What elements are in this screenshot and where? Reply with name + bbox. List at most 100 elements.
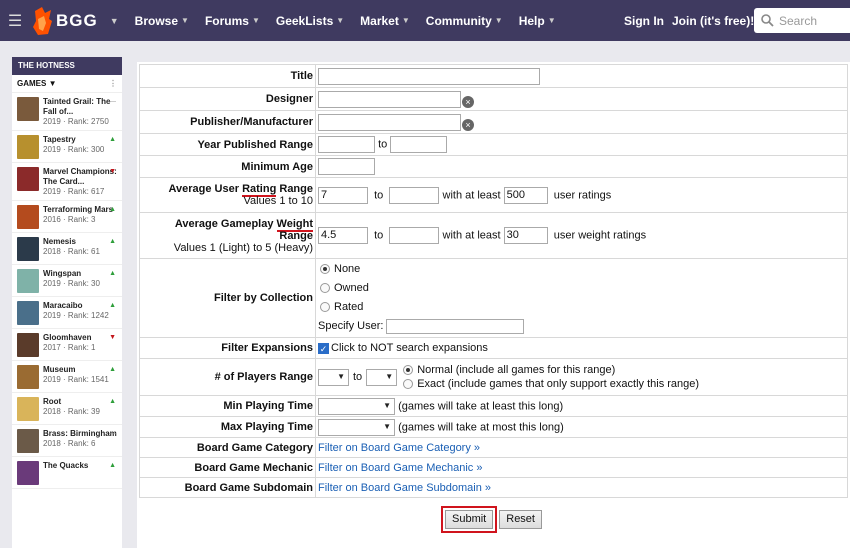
min-time-select[interactable]: ▼ <box>318 397 395 415</box>
hotness-item[interactable]: Nemesis 2018 · Rank: 61 ▲ <box>12 233 122 265</box>
hotness-item[interactable]: Marvel Champions: The Card... 2019 · Rank… <box>12 163 122 201</box>
more-options-icon[interactable]: ⋮ <box>109 79 117 88</box>
game-name[interactable]: Root <box>43 397 118 407</box>
mechanic-filter-link[interactable]: Filter on Board Game Mechanic » <box>318 462 482 474</box>
hotness-item[interactable]: Tapestry 2019 · Rank: 300 ▲ <box>12 131 122 163</box>
game-thumbnail[interactable] <box>17 97 39 121</box>
logo-caret-icon[interactable]: ▼ <box>110 16 119 26</box>
clear-designer-icon[interactable]: × <box>462 95 474 108</box>
hotness-item[interactable]: Root 2018 · Rank: 39 ▲ <box>12 393 122 425</box>
game-name[interactable]: Tapestry <box>43 135 118 145</box>
game-thumbnail[interactable] <box>17 461 39 485</box>
collection-none-option[interactable]: None <box>318 260 845 279</box>
reset-button[interactable]: Reset <box>499 510 542 529</box>
game-info: Wingspan 2019 · Rank: 30 <box>43 269 118 293</box>
game-thumbnail[interactable] <box>17 301 39 325</box>
designer-input[interactable] <box>318 90 461 108</box>
game-thumbnail[interactable] <box>17 365 39 389</box>
nav-community[interactable]: Community ▼ <box>426 14 503 28</box>
radio-exact[interactable] <box>403 379 414 390</box>
min-age-label: Minimum Age <box>139 155 316 178</box>
game-thumbnail[interactable] <box>17 167 39 191</box>
game-name[interactable]: Gloomhaven <box>43 333 118 343</box>
game-meta: 2019 · Rank: 300 <box>43 145 105 154</box>
dropdown-arrow-icon: ▼ <box>385 371 394 381</box>
game-thumbnail[interactable] <box>17 429 39 453</box>
weight-label-part: Range <box>279 229 313 242</box>
collection-owned-option[interactable]: Owned <box>318 279 845 298</box>
nav-geeklists[interactable]: GeekLists ▼ <box>276 14 344 28</box>
search-input[interactable]: Search <box>754 8 850 33</box>
game-info: Nemesis 2018 · Rank: 61 <box>43 237 118 261</box>
hotness-item[interactable]: Wingspan 2019 · Rank: 30 ▲ <box>12 265 122 297</box>
hotness-item[interactable]: Terraforming Mars 2016 · Rank: 3 ▲ <box>12 201 122 233</box>
weight-max-input[interactable] <box>389 227 440 244</box>
title-input[interactable] <box>318 67 540 85</box>
game-name[interactable]: Wingspan <box>43 269 118 279</box>
game-name[interactable]: Terraforming Mars <box>43 205 118 215</box>
players-exact-option[interactable]: Exact (include games that only support e… <box>401 377 699 391</box>
bgg-logo[interactable]: BGG ▼ <box>32 6 119 35</box>
caret-down-icon: ▼ <box>336 16 345 25</box>
sign-in-link[interactable]: Sign In <box>624 0 664 41</box>
game-info: Maracaibo 2019 · Rank: 1242 <box>43 301 118 325</box>
rating-users-input[interactable]: 500 <box>503 186 548 204</box>
hotness-item[interactable]: Brass: Birmingham 2018 · Rank: 6— <box>12 425 122 457</box>
game-name[interactable]: The Quacks <box>43 461 118 471</box>
players-normal-option[interactable]: Normal (include all games for this range… <box>401 363 699 377</box>
nav-help[interactable]: Help ▼ <box>519 14 556 28</box>
rating-min-input[interactable]: 7 <box>318 186 368 204</box>
max-time-select[interactable]: ▼ <box>318 418 395 436</box>
hotness-item[interactable]: Maracaibo 2019 · Rank: 1242 ▲ <box>12 297 122 329</box>
game-meta: 2018 · Rank: 6 <box>43 439 96 448</box>
radio-owned[interactable] <box>320 283 330 294</box>
expansions-checkbox[interactable]: ✓ <box>318 342 329 354</box>
join-link[interactable]: Join (it's free)! <box>672 0 754 41</box>
year-min-input[interactable] <box>318 136 375 153</box>
year-max-input[interactable] <box>390 136 448 153</box>
weight-min-input[interactable]: 4.5 <box>318 227 368 244</box>
min-age-input[interactable] <box>318 158 375 175</box>
publisher-input[interactable] <box>318 113 461 131</box>
game-name[interactable]: Nemesis <box>43 237 118 247</box>
nav-market[interactable]: Market ▼ <box>360 14 410 28</box>
caret-down-icon: ▼ <box>181 16 189 25</box>
game-name[interactable]: Tainted Grail: The Fall of... <box>43 97 118 117</box>
nav-forums-label: Forums <box>204 13 249 28</box>
game-thumbnail[interactable] <box>17 333 39 357</box>
game-thumbnail[interactable] <box>17 269 39 293</box>
hotness-item[interactable]: Museum 2019 · Rank: 1541 ▲ <box>12 361 122 393</box>
subdomain-label: Board Game Subdomain <box>139 477 316 498</box>
rating-label-part: Range <box>276 183 313 195</box>
game-thumbnail[interactable] <box>17 397 39 421</box>
subdomain-filter-link[interactable]: Filter on Board Game Subdomain » <box>318 482 491 494</box>
games-dropdown[interactable]: GAMES ▼ <box>17 79 57 88</box>
game-thumbnail[interactable] <box>17 205 39 229</box>
hotness-item[interactable]: Tainted Grail: The Fall of... 2019 · Rank… <box>12 93 122 131</box>
game-name[interactable]: Museum <box>43 365 118 375</box>
nav-browse[interactable]: Browse ▼ <box>135 14 189 28</box>
weight-users-input[interactable]: 30 <box>503 227 548 244</box>
submit-button[interactable]: Submit <box>445 510 494 529</box>
radio-rated[interactable] <box>320 302 330 313</box>
radio-none[interactable] <box>320 264 330 275</box>
clear-publisher-icon[interactable]: × <box>462 118 474 131</box>
category-filter-link[interactable]: Filter on Board Game Category » <box>318 442 480 454</box>
collection-rated-option[interactable]: Rated <box>318 298 845 317</box>
players-max-select[interactable]: ▼ <box>366 368 398 386</box>
rating-max-input[interactable] <box>389 186 440 204</box>
game-thumbnail[interactable] <box>17 237 39 261</box>
game-name[interactable]: Brass: Birmingham <box>43 429 118 439</box>
nav-forums[interactable]: Forums ▼ <box>205 14 260 28</box>
game-thumbnail[interactable] <box>17 135 39 159</box>
nav-browse-label: Browse <box>134 13 179 28</box>
hamburger-menu-icon[interactable]: ☰ <box>0 11 30 31</box>
trend-up-icon: ▲ <box>109 398 116 405</box>
game-name[interactable]: Marvel Champions: The Card... <box>43 167 118 187</box>
hotness-item[interactable]: The Quacks ▲ <box>12 457 122 489</box>
players-min-select[interactable]: ▼ <box>318 368 349 386</box>
specify-user-input[interactable] <box>386 318 525 334</box>
hotness-item[interactable]: Gloomhaven 2017 · Rank: 1 ▼ <box>12 329 122 361</box>
game-name[interactable]: Maracaibo <box>43 301 118 311</box>
radio-normal[interactable] <box>403 365 414 376</box>
